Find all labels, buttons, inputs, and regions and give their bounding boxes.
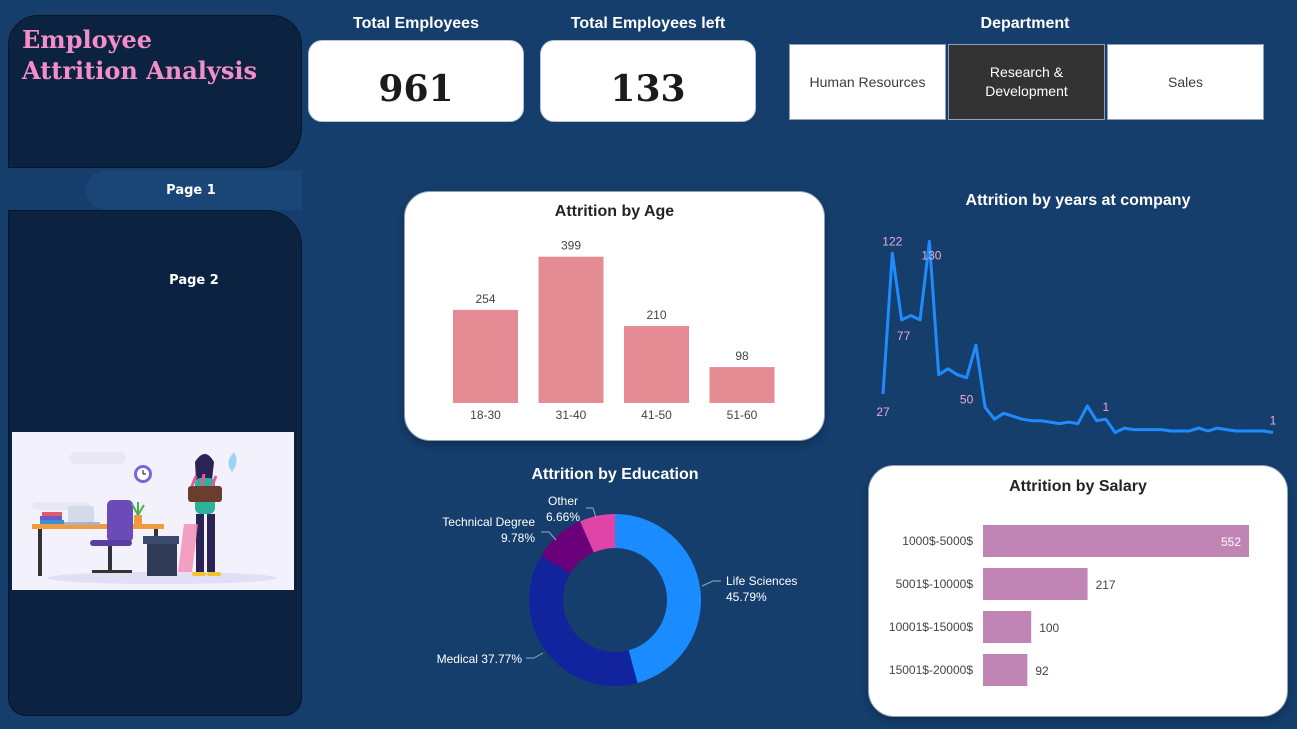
employees-left-label: Total Employees left (570, 15, 726, 32)
education-label-value: 6.66% (546, 510, 580, 524)
years-data-label: 50 (960, 393, 974, 407)
dept-research-development-button[interactable]: Research & Development (948, 44, 1105, 120)
age-bar-value: 399 (561, 239, 581, 253)
nav-page1-tab[interactable]: Page 1 (86, 170, 302, 210)
years-line-series (881, 239, 1274, 434)
dept-human-resources-button[interactable]: Human Resources (789, 44, 946, 120)
years-data-label: 27 (876, 405, 890, 419)
nav-page2-tab[interactable]: Page 2 (134, 265, 254, 295)
employee-illustration (12, 432, 294, 590)
education-leader-line (541, 531, 557, 541)
education-leader-line (526, 652, 544, 659)
education-label-name-value: Medical 37.77% (437, 652, 523, 666)
education-label-name: Life Sciences (726, 574, 797, 588)
salary-category-label: 1000$-5000$ (902, 534, 973, 548)
years-chart-title: Attrition by years at company (965, 192, 1191, 209)
total-employees-card: 961 (308, 40, 524, 122)
dept-sales-button[interactable]: Sales (1107, 44, 1264, 120)
total-employees-label: Total Employees (353, 15, 479, 32)
salary-bar-value: 552 (1221, 535, 1241, 549)
total-employees-value: 961 (378, 68, 454, 110)
years-data-label: 130 (921, 248, 941, 262)
department-label: Department (980, 15, 1070, 32)
age-chart: 254 18-30 399 31-40 210 41-50 98 51-60 (453, 239, 775, 422)
education-chart-title: Attrition by Education (531, 466, 699, 483)
salary-category-label: 15001$-20000$ (889, 663, 973, 677)
app-title-line1: Employee (22, 25, 153, 54)
salary-bar (983, 525, 1249, 557)
age-category-label: 31-40 (556, 408, 587, 422)
education-label-name: Other (548, 494, 578, 508)
salary-bar (983, 611, 1032, 643)
years-data-label: 122 (882, 234, 902, 248)
salary-bar-value: 92 (1035, 664, 1049, 678)
age-bar (709, 367, 775, 403)
education-chart: Life Sciences 45.79% Medical 37.77% Technic… (437, 494, 797, 686)
salary-bar-value: 217 (1096, 578, 1116, 592)
salary-chart-card: Attrition by Salary 1000$-5000$ 552 5001$-… (868, 465, 1288, 717)
salary-category-label: 10001$-15000$ (889, 620, 973, 634)
education-label-name: Technical Degree (442, 515, 535, 529)
app-title: Employee Attrition Analysis (22, 24, 257, 86)
illustration-graphic (32, 452, 277, 584)
age-bar (624, 326, 689, 403)
salary-category-label: 5001$-10000$ (896, 577, 974, 591)
education-leader-line (701, 580, 721, 587)
education-label-value: 45.79% (726, 590, 767, 604)
years-data-label: 1 (1270, 414, 1277, 428)
years-data-label: 77 (897, 329, 911, 343)
age-category-label: 18-30 (470, 408, 501, 422)
age-bar-value: 254 (475, 292, 495, 306)
employees-left-card: 133 (540, 40, 756, 122)
age-bar-value: 210 (646, 308, 666, 322)
education-donut-slice (529, 555, 638, 686)
age-chart-card: Attrition by Age 254 18-30 399 31-40 210 41-5… (404, 191, 825, 441)
age-bar (453, 309, 518, 403)
age-category-label: 51-60 (727, 408, 758, 422)
app-title-line2: Attrition Analysis (22, 56, 257, 85)
salary-bar-value: 100 (1039, 621, 1059, 635)
age-bar-value: 98 (735, 349, 749, 363)
age-bar (538, 256, 604, 403)
salary-bar (983, 568, 1088, 600)
age-category-label: 41-50 (641, 408, 672, 422)
salary-chart: 1000$-5000$ 552 5001$-10000$ 217 10001$-1500… (889, 525, 1249, 686)
salary-bar (983, 654, 1028, 686)
years-data-label: 1 (1103, 400, 1110, 414)
education-label-value: 9.78% (501, 531, 535, 545)
years-chart: 27 122 77 130 50 1 1 (876, 234, 1277, 434)
employees-left-value: 133 (610, 68, 686, 110)
